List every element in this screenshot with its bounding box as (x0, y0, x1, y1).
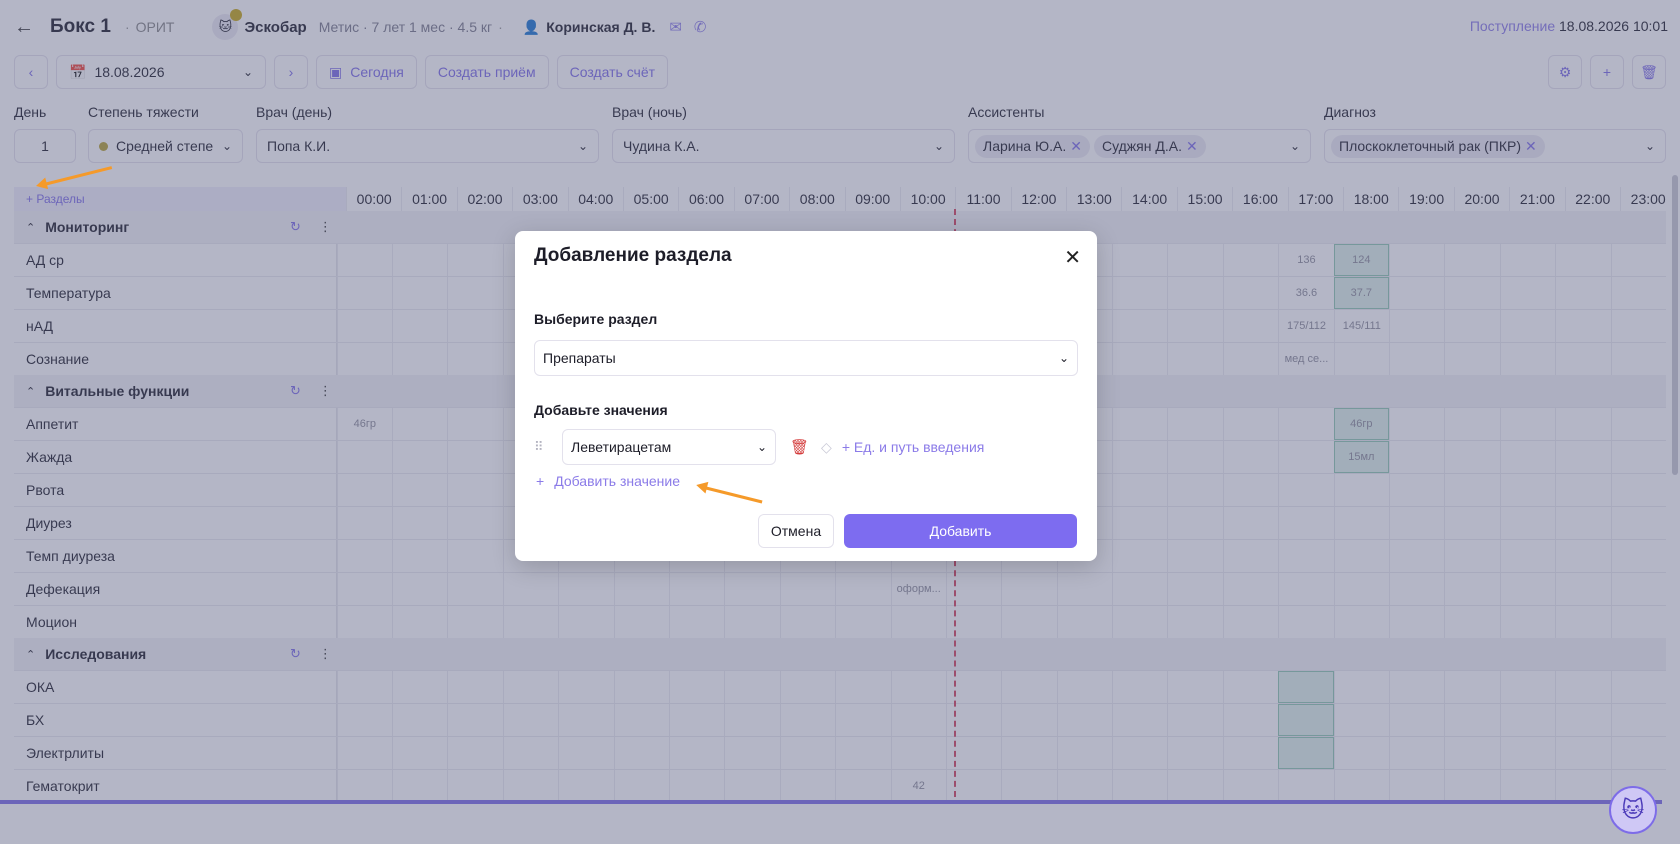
diamond-icon: ◇ (821, 438, 832, 455)
chevron-down-icon: ⌄ (1058, 351, 1069, 365)
chevron-down-icon: ⌄ (756, 440, 767, 454)
cat-icon: 🐱 (1621, 797, 1645, 822)
values-label: Добавьте значения (534, 402, 668, 418)
section-select[interactable]: Препараты ⌄ (534, 340, 1078, 376)
drag-handle-icon[interactable]: ⠿ (534, 439, 550, 455)
value-select-value: Леветирацетам (571, 439, 672, 455)
add-value-label: Добавить значение (554, 473, 680, 489)
plus-icon: + (536, 473, 545, 489)
submit-button[interactable]: Добавить (844, 514, 1077, 548)
assistant-bot-avatar[interactable]: 🐱 (1609, 786, 1657, 834)
close-icon[interactable]: ✕ (1064, 245, 1081, 270)
add-unit-route-link[interactable]: + Ед. и путь введения (842, 439, 985, 455)
add-value-link[interactable]: + Добавить значение (536, 473, 680, 489)
section-select-value: Препараты (543, 350, 616, 366)
value-row: ⠿ Леветирацетам ⌄ 🗑 ◇ + Ед. и путь введе… (534, 429, 984, 465)
modal-title: Добавление раздела (534, 245, 732, 266)
cancel-button[interactable]: Отмена (758, 514, 834, 548)
section-select-label: Выберите раздел (534, 311, 658, 327)
trash-icon[interactable]: 🗑 (790, 438, 809, 456)
add-section-modal: Добавление раздела ✕ Выберите раздел Пре… (515, 231, 1097, 561)
value-select[interactable]: Леветирацетам ⌄ (562, 429, 776, 465)
